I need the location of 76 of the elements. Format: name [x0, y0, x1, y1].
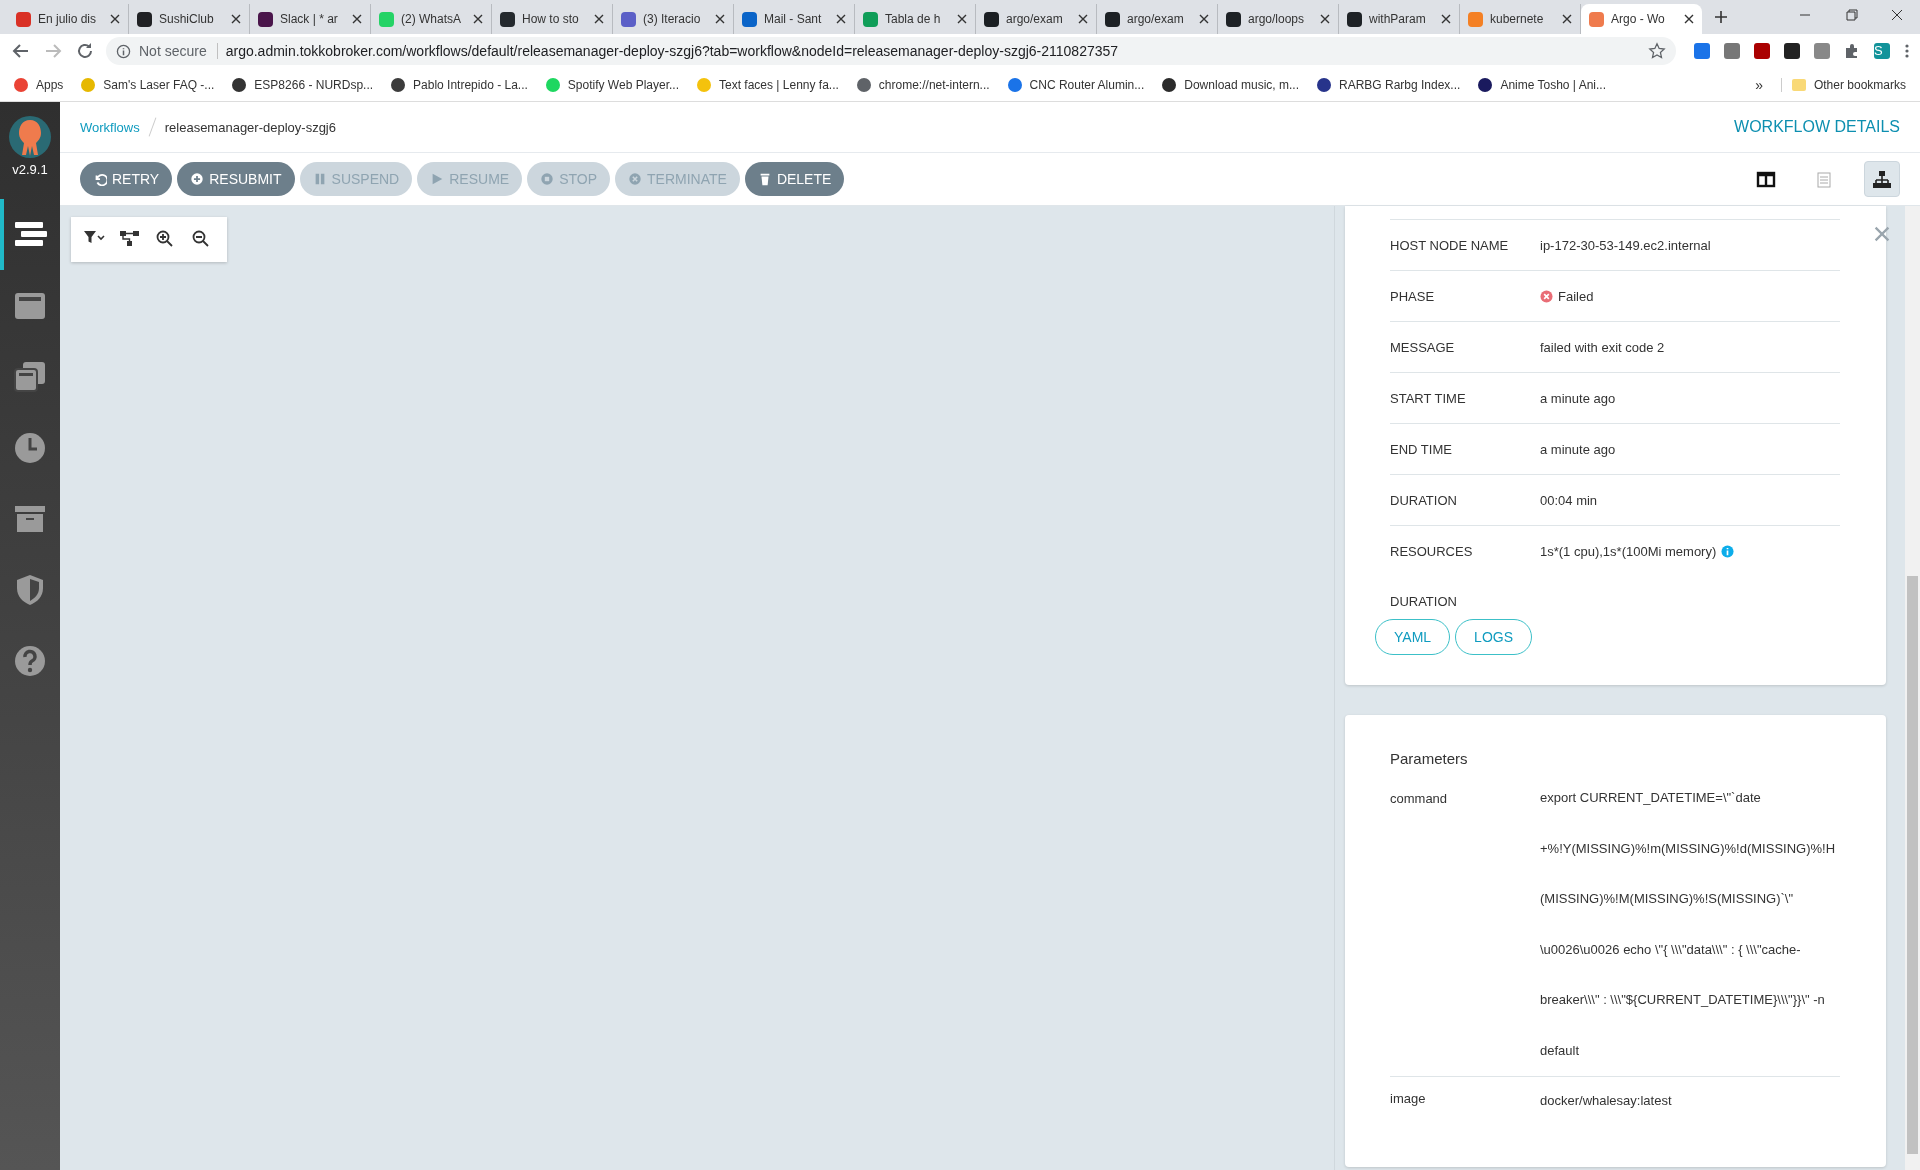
tree-icon	[1872, 169, 1892, 189]
close-icon[interactable]	[715, 14, 725, 24]
detail-label: DURATION	[1390, 594, 1458, 609]
close-icon[interactable]	[1078, 14, 1088, 24]
close-icon[interactable]	[1684, 14, 1694, 24]
folder-icon	[1791, 78, 1806, 91]
detail-value: a minute ago	[1540, 390, 1616, 406]
detail-value: 1s*(1 cpu),1s*(100Mi memory)	[1540, 543, 1717, 559]
detail-label: RESOURCES	[1390, 543, 1474, 559]
breadcrumb-current: releasemanager-deploy-szgj6	[164, 119, 336, 135]
resubmit-button[interactable]: RESUBMIT	[177, 162, 295, 196]
close-icon[interactable]	[957, 14, 967, 24]
page-title: WORKFLOW DETAILS	[1734, 118, 1900, 136]
x-circle-icon	[628, 172, 642, 186]
address-bar[interactable]: Not secure argo.admin.tokkobroker.com/workflows/default/releasemanager-deploy-szgj6?tab=workflow&nodeId=releasemanager-deploy-szgj6-2110827357	[106, 37, 1676, 65]
more-bookmarks-button[interactable]: »	[1755, 76, 1763, 93]
split-view-icon	[1756, 169, 1776, 189]
close-icon[interactable]	[836, 14, 846, 24]
detail-label: DURATION	[1390, 492, 1458, 508]
extension-icon[interactable]	[1784, 43, 1800, 59]
bookmark[interactable]: Apps	[14, 77, 64, 92]
star-icon[interactable]	[1648, 42, 1666, 60]
hierarchy-icon[interactable]	[119, 229, 141, 248]
bookmark[interactable]: CNC Router Alumin...	[1007, 77, 1145, 92]
profile-avatar[interactable]: S	[1874, 43, 1890, 59]
bookmark[interactable]: Spotify Web Player...	[545, 77, 679, 92]
close-icon[interactable]	[594, 14, 604, 24]
detail-label: MESSAGE	[1390, 339, 1456, 355]
other-bookmarks[interactable]: Other bookmarks	[1780, 77, 1906, 92]
plus-circle-icon	[190, 172, 205, 186]
logo-icon[interactable]	[7, 114, 53, 160]
info-icon[interactable]	[116, 43, 131, 59]
bookmark[interactable]: Pablo Intrepido - La...	[391, 77, 528, 92]
parameter-name: command	[1390, 791, 1449, 808]
detail-label: PHASE	[1390, 288, 1436, 304]
close-icon[interactable]	[473, 14, 483, 24]
section-title: Parameters	[1390, 750, 1468, 767]
close-icon[interactable]	[352, 14, 362, 24]
detail-label: START TIME	[1390, 390, 1467, 406]
close-icon[interactable]	[1441, 14, 1451, 24]
version-label: v2.9.1	[12, 162, 48, 177]
bookmark[interactable]: Sam's Laser FAQ -...	[81, 77, 215, 92]
bookmark[interactable]: Anime Tosho | Ani...	[1478, 77, 1606, 92]
bookmark[interactable]: chrome://net-intern...	[856, 77, 990, 92]
stop-icon	[540, 172, 555, 186]
detail-value: 00:04 min	[1540, 492, 1598, 508]
browser-tab[interactable]: Argo - Wo	[1581, 4, 1702, 34]
list-icon	[1814, 169, 1834, 189]
bookmark[interactable]: ESP8266 - NURDsp...	[232, 77, 374, 92]
menu-icon[interactable]	[1904, 43, 1910, 59]
detail-value: failed with exit code 2	[1540, 339, 1665, 355]
bookmark[interactable]: Download music, m...	[1162, 77, 1299, 92]
security-label: Not secure	[139, 43, 218, 59]
close-icon[interactable]	[1562, 14, 1572, 24]
detail-label: END TIME	[1390, 441, 1453, 457]
bookmark[interactable]: RARBG Rarbg Index...	[1317, 77, 1461, 92]
new-tab-icon[interactable]	[1714, 10, 1728, 24]
detail-value: ip-172-30-53-149.ec2.internal	[1540, 237, 1711, 253]
url-text: argo.admin.tokkobroker.com/workflows/default/releasemanager-deploy-szgj6?tab=workflow&nodeId=releasemanager-deploy-szgj6-2110827357	[225, 43, 1120, 59]
detail-label: HOST NODE NAME	[1390, 237, 1510, 253]
detail-value: Failed	[1558, 288, 1594, 304]
info-icon[interactable]	[1721, 544, 1735, 558]
close-icon[interactable]	[231, 14, 241, 24]
close-icon[interactable]	[1320, 14, 1330, 24]
parameter-value: docker/whalesay:latest	[1540, 1092, 1673, 1110]
view-toggle[interactable]	[1864, 161, 1900, 197]
retry-button[interactable]: RETRY	[80, 162, 173, 196]
delete-button[interactable]: DELETE	[744, 162, 845, 196]
close-icon[interactable]	[110, 14, 120, 24]
detail-value: a minute ago	[1540, 441, 1616, 457]
puzzle-icon[interactable]	[1844, 43, 1860, 59]
bookmark[interactable]: Text faces | Lenny fa...	[697, 77, 839, 92]
close-icon[interactable]	[1199, 14, 1209, 24]
parameter-name: image	[1390, 1091, 1427, 1108]
scrollbar[interactable]	[1905, 206, 1920, 1170]
retry-icon	[93, 172, 107, 186]
